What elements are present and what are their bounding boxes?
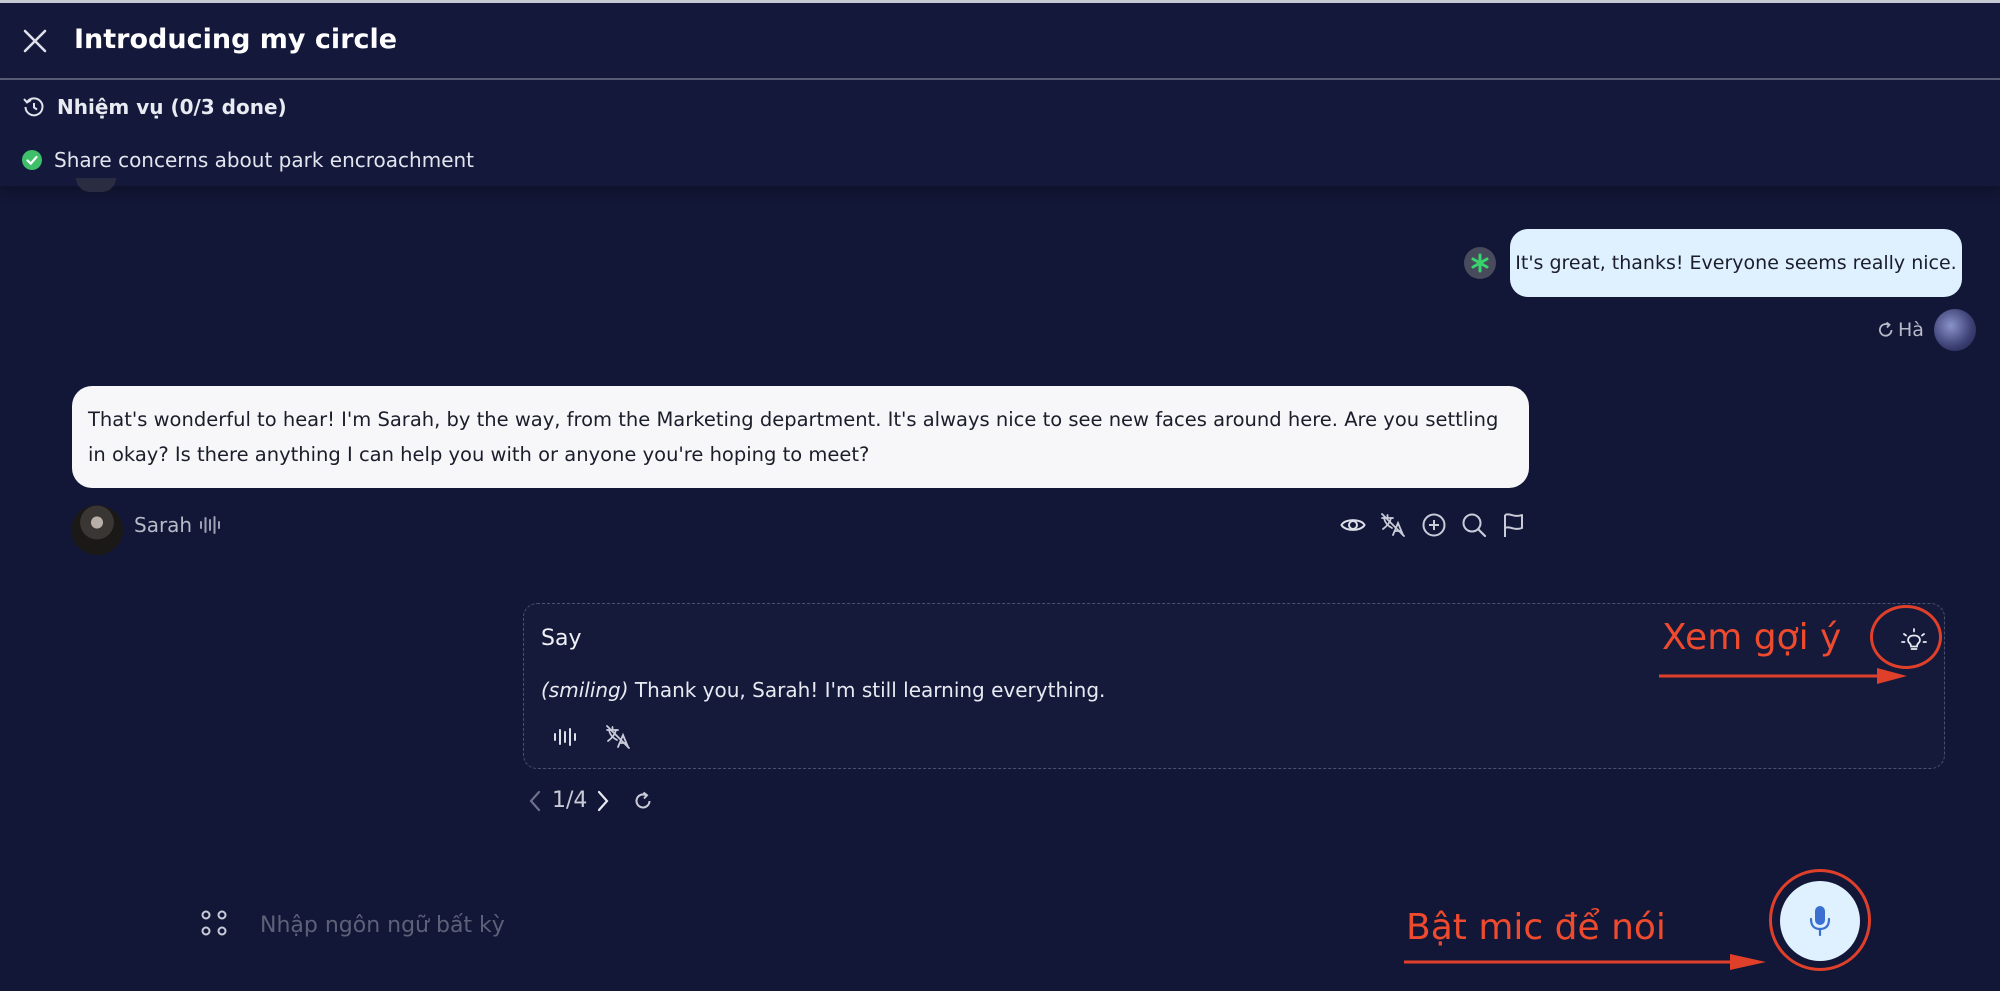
avatar (71, 505, 123, 555)
close-icon[interactable] (18, 24, 52, 58)
eye-icon[interactable] (1339, 511, 1367, 539)
plus-circle-icon[interactable] (1420, 511, 1448, 539)
chevron-left-icon[interactable] (526, 790, 544, 812)
refresh-icon[interactable] (1876, 320, 1896, 340)
audio-wave-icon[interactable] (552, 725, 578, 749)
message-input[interactable] (258, 906, 1262, 944)
user-name: Hà (1898, 319, 1924, 341)
mic-annotation-arrow (1404, 954, 1766, 970)
audio-wave-icon[interactable] (198, 514, 222, 536)
mission-task-item: Share concerns about park encroachment (54, 148, 475, 172)
sarah-name: Sarah (134, 513, 193, 537)
hint-annotation-circle (1870, 605, 1942, 669)
flag-icon[interactable] (1500, 511, 1528, 539)
hint-annotation-label: Xem gợi ý (1662, 617, 1842, 658)
sarah-message-bubble: That's wonderful to hear! I'm Sarah, by … (72, 386, 1529, 488)
history-icon (22, 95, 46, 119)
suggestion-sentence: Thank you, Sarah! I'm still learning eve… (634, 678, 1106, 702)
no-translate-icon[interactable] (1379, 511, 1407, 539)
chevron-right-icon[interactable] (594, 790, 612, 812)
refresh-icon[interactable] (632, 790, 654, 812)
suggestion-emotion: (smiling) (541, 678, 629, 702)
search-icon[interactable] (1460, 511, 1488, 539)
hint-annotation-arrow (1659, 668, 1907, 684)
asterisk-icon[interactable] (1464, 247, 1496, 279)
no-translate-icon[interactable] (604, 723, 632, 751)
microphone-icon[interactable] (1806, 904, 1834, 938)
user-message-bubble: It's great, thanks! Everyone seems reall… (1510, 229, 1962, 297)
suggestion-pager: 1/4 (552, 788, 588, 813)
mission-title[interactable]: Nhiệm vụ (0/3 done) (57, 92, 287, 122)
avatar (1934, 309, 1976, 351)
check-circle-icon (22, 150, 42, 170)
suggestion-card-label: Say (541, 626, 582, 651)
avatar (76, 178, 116, 192)
page-title: Introducing my circle (74, 24, 398, 55)
mic-annotation-label: Bật mic để nói (1406, 907, 1666, 948)
apps-icon[interactable] (198, 907, 230, 939)
suggestion-text[interactable]: (smiling) Thank you, Sarah! I'm still le… (541, 675, 1105, 705)
